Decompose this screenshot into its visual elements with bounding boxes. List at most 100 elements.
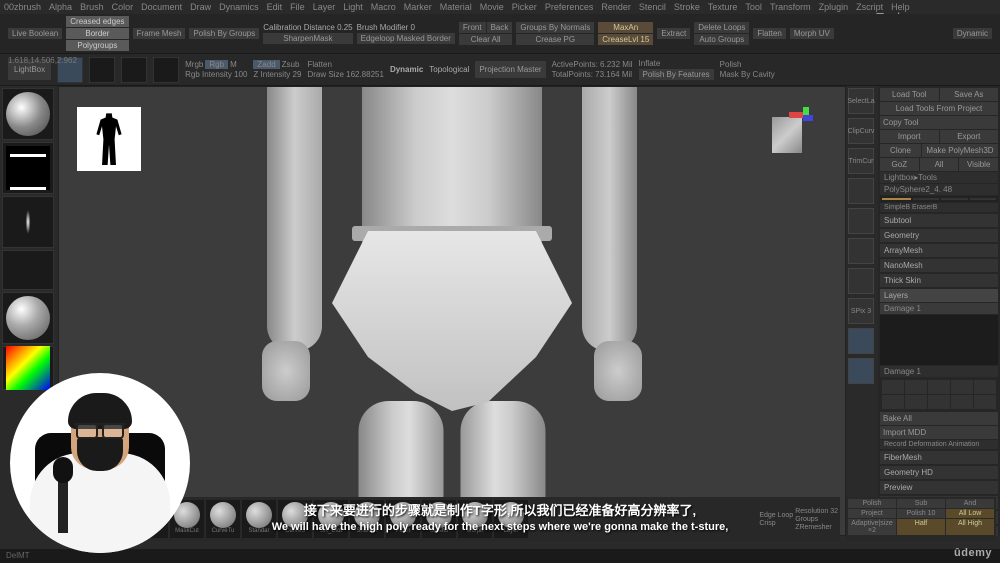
polish-opt[interactable]: Polish: [848, 499, 896, 508]
thickskin-section[interactable]: Thick Skin: [880, 274, 998, 287]
export-button[interactable]: Export: [940, 130, 999, 143]
import-button[interactable]: Import: [880, 130, 939, 143]
tool-thumb[interactable]: [970, 198, 997, 200]
half-opt[interactable]: Half: [897, 519, 945, 535]
goz-all-button[interactable]: All: [920, 158, 959, 171]
mini-button[interactable]: [848, 178, 874, 204]
menu-item[interactable]: Color: [112, 2, 134, 12]
edgeloop-masked-button[interactable]: Edgeloop Masked Border: [357, 33, 455, 44]
layer-control-icon[interactable]: [951, 395, 973, 409]
zsub-label[interactable]: Zsub: [282, 60, 300, 69]
tool-thumb[interactable]: [882, 198, 911, 200]
preview-section[interactable]: Preview: [880, 481, 998, 494]
layer-control-icon[interactable]: [928, 395, 950, 409]
layer-damage1[interactable]: Damage 1: [880, 303, 998, 314]
tool-thumb[interactable]: [941, 198, 968, 200]
extract-button[interactable]: Extract: [657, 28, 690, 39]
make-polymesh-button[interactable]: Make PolyMesh3D: [922, 144, 998, 157]
brush-modifier-label[interactable]: Brush Modifier 0: [357, 23, 455, 32]
fibermesh-section[interactable]: FiberMesh: [880, 451, 998, 464]
polygroups-button[interactable]: Polygroups: [66, 40, 128, 51]
menu-item[interactable]: Zplugin: [819, 2, 849, 12]
clear-all-button[interactable]: Clear All: [459, 34, 512, 45]
dynamic-button[interactable]: Dynamic: [953, 28, 992, 39]
texture-selector[interactable]: [2, 250, 54, 290]
morph-uv-button[interactable]: Morph UV: [790, 28, 834, 39]
menu-item[interactable]: Marker: [404, 2, 432, 12]
scale-mode-icon[interactable]: [153, 57, 179, 83]
menu-item[interactable]: File: [290, 2, 305, 12]
draw-size-slider[interactable]: Draw Size 162.88251: [307, 70, 384, 79]
creased-edges-button[interactable]: Creased edges: [66, 16, 128, 27]
layer-control-icon[interactable]: [974, 380, 996, 394]
menu-item[interactable]: Layer: [313, 2, 336, 12]
layer-damage1b[interactable]: Damage 1: [880, 366, 998, 377]
geometryhd-section[interactable]: Geometry HD: [880, 466, 998, 479]
mask-by-cavity-label[interactable]: Mask By Cavity: [720, 70, 775, 79]
menu-item[interactable]: Movie: [480, 2, 504, 12]
silhouette-thumbnail[interactable]: [77, 107, 141, 171]
m-label[interactable]: M: [230, 60, 237, 69]
stroke-selector[interactable]: [2, 142, 54, 194]
groups-label[interactable]: Groups: [795, 516, 838, 523]
menu-item[interactable]: Transform: [770, 2, 811, 12]
adaptive-opt[interactable]: Adaptive|size ×2: [848, 519, 896, 535]
layer-control-icon[interactable]: [905, 395, 927, 409]
menu-item[interactable]: Render: [601, 2, 631, 12]
sub-opt[interactable]: Sub: [897, 499, 945, 508]
front-button[interactable]: Front: [459, 22, 486, 33]
load-tool-button[interactable]: Load Tool: [880, 88, 939, 101]
edge-loop-label[interactable]: Edge Loop: [759, 512, 793, 519]
mini-button[interactable]: [848, 268, 874, 294]
mrgb-label[interactable]: Mrgb: [185, 60, 203, 69]
topological-label[interactable]: Topological: [429, 65, 469, 74]
polish-label[interactable]: Polish: [720, 60, 775, 69]
menu-item[interactable]: Material: [440, 2, 472, 12]
load-tools-project-button[interactable]: Load Tools From Project: [880, 102, 998, 115]
navigation-gizmo[interactable]: [769, 107, 805, 157]
all-high-opt[interactable]: All High: [946, 519, 994, 535]
trim-curve-button[interactable]: TrimCur: [848, 148, 874, 174]
tool-preview-grid[interactable]: [880, 196, 998, 202]
zadd-button[interactable]: Zadd: [253, 60, 279, 69]
menu-item[interactable]: Draw: [190, 2, 211, 12]
flatten-button[interactable]: Flatten: [753, 28, 785, 39]
goz-visible-button[interactable]: Visible: [959, 158, 998, 171]
zremesher-label[interactable]: ZRemesher: [795, 524, 838, 531]
layer-control-icon[interactable]: [951, 380, 973, 394]
auto-groups-button[interactable]: Auto Groups: [694, 34, 749, 45]
layers-section[interactable]: Layers: [880, 289, 998, 302]
menu-item[interactable]: Preferences: [545, 2, 594, 12]
groups-by-normals-button[interactable]: Groups By Normals: [516, 22, 594, 33]
delmt-label[interactable]: DelMT: [6, 551, 30, 561]
menu-item[interactable]: Dynamics: [219, 2, 259, 12]
copy-tool-button[interactable]: Copy Tool: [880, 116, 998, 129]
layer-control-icon[interactable]: [974, 395, 996, 409]
crease-pg-button[interactable]: Crease PG: [516, 34, 594, 45]
move-mode-icon[interactable]: [121, 57, 147, 83]
all-low-opt[interactable]: All Low: [946, 509, 994, 518]
menu-item[interactable]: Tool: [745, 2, 762, 12]
mini-button[interactable]: [848, 328, 874, 354]
frame-mesh-button[interactable]: Frame Mesh: [133, 28, 186, 39]
projection-master-button[interactable]: Projection Master: [475, 61, 545, 78]
menu-item[interactable]: 00zbrush: [4, 2, 41, 12]
polish-by-groups-button[interactable]: Polish By Groups: [189, 28, 259, 39]
import-mdd-button[interactable]: Import MDD: [880, 426, 998, 439]
menu-item[interactable]: Light: [343, 2, 363, 12]
menu-item[interactable]: Texture: [708, 2, 738, 12]
arraymesh-section[interactable]: ArrayMesh: [880, 244, 998, 257]
project-opt[interactable]: Project: [848, 509, 896, 518]
spix-button[interactable]: SPix 3: [848, 298, 874, 324]
lightbox-tools-link[interactable]: Lightbox▸Tools: [880, 172, 998, 183]
max-angle-button[interactable]: MaxAn: [598, 22, 653, 33]
save-as-button[interactable]: Save As: [940, 88, 999, 101]
menu-item[interactable]: Brush: [80, 2, 104, 12]
nanomesh-section[interactable]: NanoMesh: [880, 259, 998, 272]
tool-thumb[interactable]: [913, 198, 940, 200]
sharpen-mask-button[interactable]: SharpenMask: [263, 33, 352, 44]
menu-item[interactable]: Edit: [267, 2, 283, 12]
dynamic-toggle[interactable]: Dynamic: [390, 65, 423, 74]
polish-by-features-button[interactable]: Polish By Features: [639, 69, 714, 80]
geometry-section[interactable]: Geometry: [880, 229, 998, 242]
